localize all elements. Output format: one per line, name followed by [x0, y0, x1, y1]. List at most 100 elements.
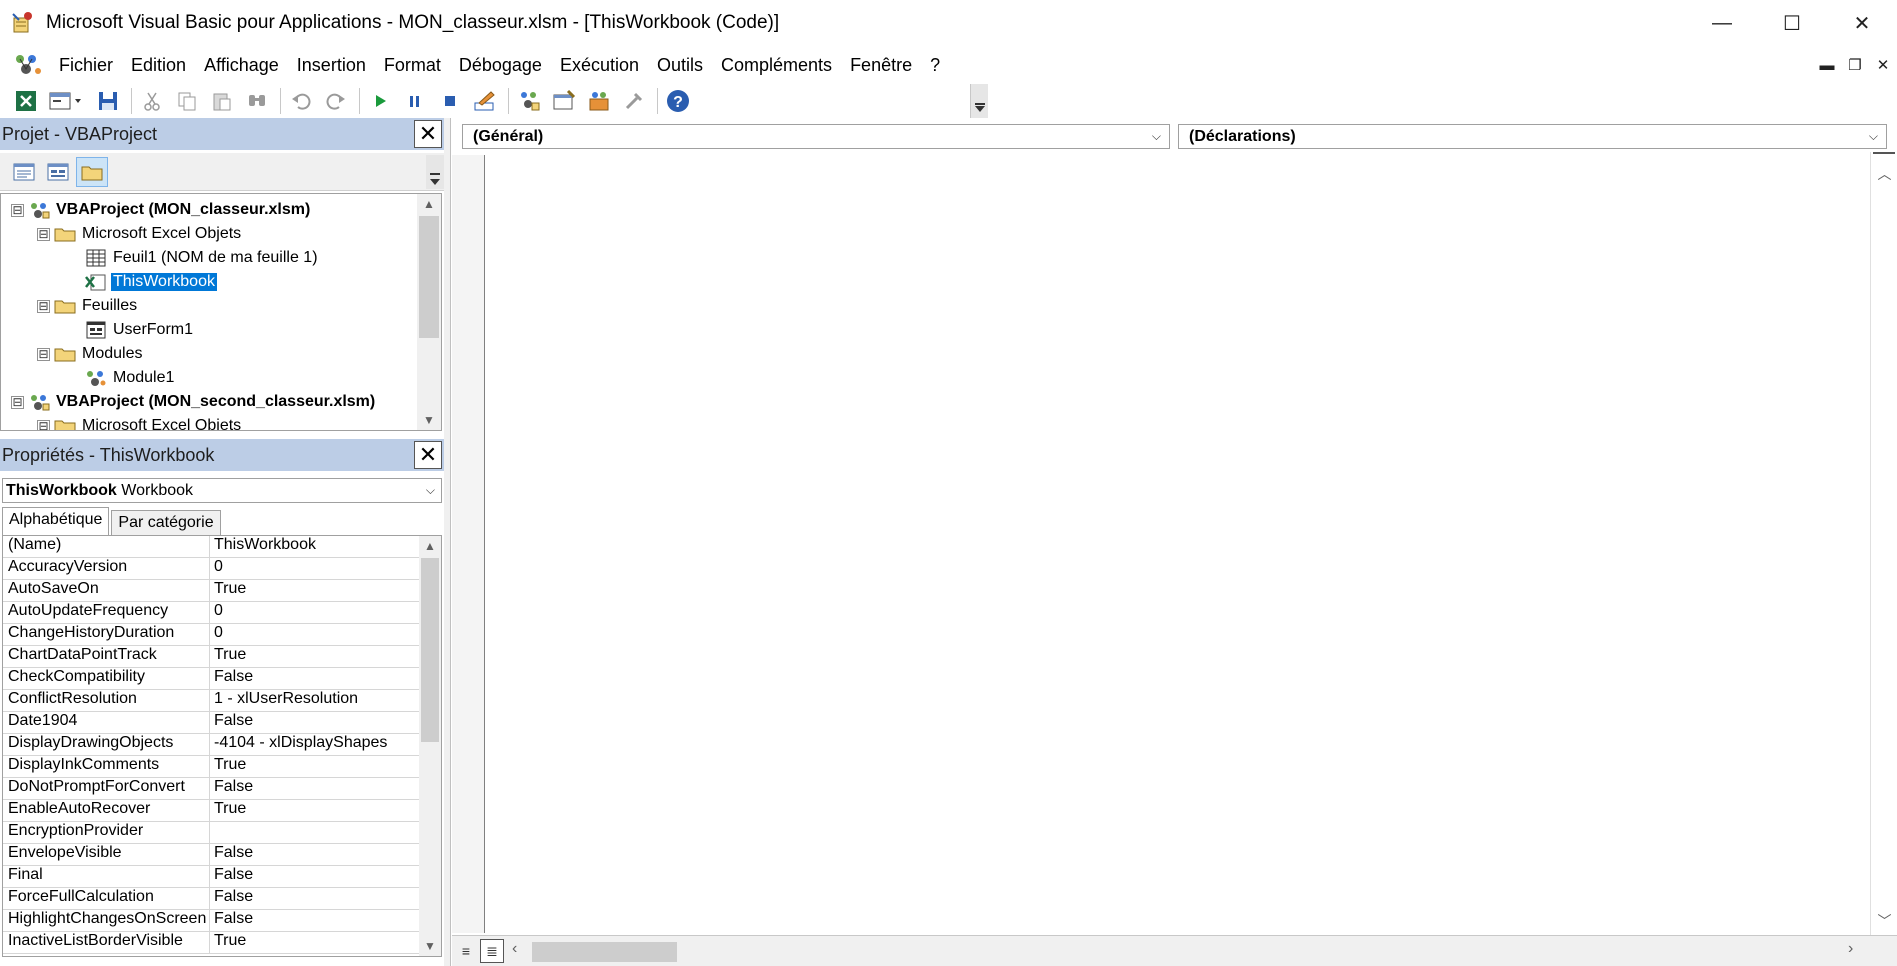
menu-fichier[interactable]: Fichier [50, 55, 122, 76]
design-mode-icon[interactable] [471, 87, 499, 115]
property-value[interactable]: True [210, 800, 441, 821]
menu-fenetre[interactable]: Fenêtre [841, 55, 921, 76]
menu-outils[interactable]: Outils [648, 55, 712, 76]
tree-node-feuil1[interactable]: Feuil1 (NOM de ma feuille 1) [85, 246, 320, 270]
property-row[interactable]: DisplayInkComments True [3, 756, 441, 778]
scroll-left-arrow[interactable]: ‹ [512, 940, 517, 958]
property-value[interactable]: False [210, 712, 441, 733]
reset-icon[interactable] [436, 87, 464, 115]
tree-node-excel-objects-1[interactable]: ⊟ Microsoft Excel Objets [37, 222, 243, 246]
tab-alphabetique[interactable]: Alphabétique [2, 507, 110, 535]
property-value[interactable]: True [210, 580, 441, 601]
scroll-up-arrow[interactable]: ︿ [1871, 164, 1897, 184]
collapse-expander[interactable]: ⊟ [11, 395, 24, 409]
code-margin-indicator-bar[interactable] [452, 155, 485, 933]
properties-panel-close-button[interactable]: ✕ [414, 441, 442, 469]
property-row[interactable]: HighlightChangesOnScreen False [3, 910, 441, 932]
property-value[interactable]: 1 - xlUserResolution [210, 690, 441, 711]
chevron-down-icon[interactable]: ⌵ [426, 483, 435, 498]
property-row[interactable]: AccuracyVersion 0 [3, 558, 441, 580]
mdi-close-button[interactable]: ✕ [1869, 56, 1897, 74]
panel-splitter[interactable] [444, 118, 451, 966]
save-icon[interactable] [94, 87, 122, 115]
property-value[interactable]: 0 [210, 602, 441, 623]
menu-execution[interactable]: Exécution [551, 55, 648, 76]
scroll-up-arrow[interactable]: ▲ [417, 194, 441, 214]
property-value[interactable]: False [210, 844, 441, 865]
property-row[interactable]: EnableAutoRecover True [3, 800, 441, 822]
menu-help[interactable]: ? [921, 55, 949, 76]
property-value[interactable]: -4104 - xlDisplayShapes [210, 734, 441, 755]
collapse-expander[interactable]: ⊟ [37, 419, 50, 430]
property-value[interactable]: False [210, 668, 441, 689]
tree-node-vbaproject-2[interactable]: ⊟ VBAProject (MON_second_classeur.xlsm) [11, 390, 377, 414]
minimize-button[interactable]: — [1687, 0, 1757, 46]
tree-node-thisworkbook[interactable]: ThisWorkbook [85, 270, 217, 294]
procedure-dropdown[interactable]: (Déclarations) ⌵ [1178, 124, 1887, 149]
copy-icon[interactable] [173, 87, 201, 115]
cut-icon[interactable] [138, 87, 166, 115]
procedure-view-icon[interactable]: ≡ [454, 939, 478, 963]
property-value[interactable]: ThisWorkbook [210, 536, 441, 557]
property-row[interactable]: EnvelopeVisible False [3, 844, 441, 866]
undo-icon[interactable] [287, 87, 315, 115]
property-value[interactable]: False [210, 778, 441, 799]
scroll-thumb[interactable] [421, 558, 439, 742]
split-bar-handle[interactable] [1873, 152, 1895, 154]
property-row[interactable]: InactiveListBorderVisible True [3, 932, 441, 954]
property-value[interactable]: 0 [210, 558, 441, 579]
tree-node-feuilles[interactable]: ⊟ Feuilles [37, 294, 139, 318]
scroll-right-arrow[interactable]: › [1848, 940, 1853, 958]
property-value[interactable]: False [210, 866, 441, 887]
menu-insertion[interactable]: Insertion [288, 55, 375, 76]
toolbox-icon[interactable] [620, 87, 648, 115]
chevron-down-icon[interactable]: ⌵ [1869, 129, 1878, 144]
property-row[interactable]: Final False [3, 866, 441, 888]
scroll-down-arrow[interactable]: ▼ [419, 936, 441, 956]
view-excel-icon[interactable] [12, 87, 40, 115]
full-module-view-icon[interactable]: ≣ [480, 939, 504, 963]
scroll-down-arrow[interactable]: ▼ [417, 410, 441, 430]
scroll-thumb[interactable] [419, 216, 439, 338]
property-row[interactable]: ConflictResolution 1 - xlUserResolution [3, 690, 441, 712]
view-code-icon[interactable] [8, 157, 40, 187]
menu-complements[interactable]: Compléments [712, 55, 841, 76]
collapse-expander[interactable]: ⊟ [37, 347, 50, 361]
property-value[interactable]: True [210, 932, 441, 953]
break-icon[interactable] [401, 87, 429, 115]
property-value[interactable]: 0 [210, 624, 441, 645]
scroll-down-arrow[interactable]: ﹀ [1871, 911, 1897, 931]
mdi-restore-button[interactable]: ❐ [1841, 56, 1869, 74]
help-icon[interactable]: ? [664, 87, 692, 115]
maximize-button[interactable]: ☐ [1757, 0, 1827, 46]
object-dropdown[interactable]: (Général) ⌵ [462, 124, 1170, 149]
code-vertical-scrollbar[interactable]: ︿ ﹀ [1870, 152, 1897, 935]
tree-node-vbaproject-1[interactable]: ⊟ VBAProject (MON_classeur.xlsm) [11, 198, 312, 222]
collapse-expander[interactable]: ⊟ [37, 227, 50, 241]
tree-node-modules[interactable]: ⊟ Modules [37, 342, 144, 366]
toolbar-options-grip[interactable] [970, 84, 988, 118]
properties-scrollbar[interactable]: ▲ ▼ [419, 536, 441, 956]
property-row[interactable]: ChangeHistoryDuration 0 [3, 624, 441, 646]
property-row[interactable]: (Name) ThisWorkbook [3, 536, 441, 558]
collapse-expander[interactable]: ⊟ [37, 299, 50, 313]
toggle-folders-icon[interactable] [76, 156, 108, 187]
property-value[interactable] [210, 822, 441, 843]
property-value[interactable]: False [210, 888, 441, 909]
property-row[interactable]: DoNotPromptForConvert False [3, 778, 441, 800]
horizontal-scroll-thumb[interactable] [532, 942, 677, 962]
property-row[interactable]: AutoSaveOn True [3, 580, 441, 602]
property-row[interactable]: ChartDataPointTrack True [3, 646, 441, 668]
property-row[interactable]: Date1904 False [3, 712, 441, 734]
tree-node-userform1[interactable]: UserForm1 [85, 318, 195, 342]
tree-node-excel-objects-2[interactable]: ⊟ Microsoft Excel Objets [37, 414, 243, 430]
find-icon[interactable] [243, 87, 271, 115]
object-browser-icon[interactable] [585, 87, 613, 115]
menu-format[interactable]: Format [375, 55, 450, 76]
scroll-up-arrow[interactable]: ▲ [419, 536, 441, 556]
code-editor[interactable] [486, 155, 1870, 933]
tab-par-categorie[interactable]: Par catégorie [111, 510, 221, 535]
redo-icon[interactable] [322, 87, 350, 115]
menu-debogage[interactable]: Débogage [450, 55, 551, 76]
project-explorer-icon[interactable] [515, 87, 543, 115]
